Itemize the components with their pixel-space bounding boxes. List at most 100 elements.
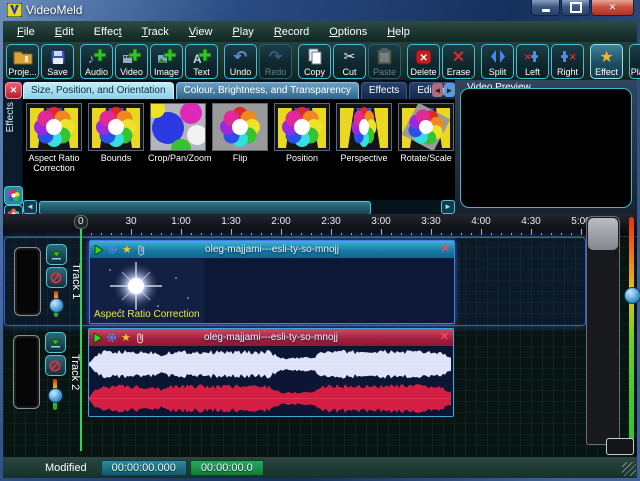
track2-lane[interactable]: ★ oleg-majjami---esli-ty-so-mnojj ✕ [87, 326, 584, 418]
effect-button[interactable]: ★ Effect [590, 43, 623, 79]
add-video-icon [122, 47, 141, 67]
track1-lane[interactable]: ★ oleg-majjami---esli-ty-so-mnojj ✕ Aspe… [88, 238, 585, 325]
menu-view[interactable]: View [179, 23, 223, 41]
scrollbar-thumb[interactable] [588, 218, 618, 250]
effect-item-crop-pan-zoom[interactable]: Crop/Pan/Zoom [147, 100, 212, 200]
cut-button[interactable]: ✂ Cut [333, 43, 366, 79]
clip-play-icon[interactable] [94, 244, 103, 255]
left-button[interactable]: ✕ Left [516, 43, 549, 79]
video-button[interactable]: Video [115, 43, 148, 79]
effect-thumbnail[interactable] [88, 103, 144, 151]
save-button[interactable]: Save [41, 43, 74, 79]
tab-scroll-left-button[interactable]: ◄ [432, 83, 443, 97]
clip-settings-gear-icon[interactable] [106, 332, 117, 343]
video-clip[interactable]: ★ oleg-majjami---esli-ty-so-mnojj ✕ Aspe… [89, 240, 455, 324]
effect-thumbnail[interactable] [147, 100, 207, 159]
slider-knob[interactable] [49, 298, 64, 314]
resize-grip[interactable] [622, 462, 636, 476]
color-wheel-tab-button[interactable] [4, 186, 23, 205]
audio-clip-header[interactable]: ★ oleg-majjami---esli-ty-so-mnojj ✕ [89, 329, 453, 346]
close-button[interactable]: ✕ [591, 0, 634, 16]
minor-tick [241, 233, 242, 235]
clip-settings-gear-icon[interactable] [107, 244, 118, 255]
menu-record[interactable]: Record [264, 23, 319, 41]
track-volume-slider[interactable] [47, 379, 63, 411]
timeline-ruler[interactable]: 30 1:00 1:30 2:00 2:30 3:00 3:30 4:00 4:30 5:00 [3, 214, 637, 237]
effect-item-aspect-ratio-correction[interactable]: Aspect Ratio Correction [23, 103, 85, 200]
scrollbar-track[interactable] [38, 200, 440, 215]
audio-clip-waveform[interactable] [89, 346, 453, 416]
add-audio-icon: ♪ [87, 47, 106, 67]
split-button[interactable]: Split [481, 43, 514, 79]
clip-effect-star-icon[interactable]: ★ [121, 331, 131, 344]
minor-tick [411, 233, 412, 235]
delete-button[interactable]: ✕ Delete [407, 43, 440, 79]
copy-button[interactable]: Copy [298, 43, 331, 79]
video-clip-header[interactable]: ★ oleg-majjami---esli-ty-so-mnojj ✕ [90, 241, 454, 258]
toolbar-button-label: Paste [372, 66, 396, 77]
effect-thumbnail[interactable] [336, 103, 392, 151]
track-mute-button[interactable] [44, 355, 66, 377]
effect-thumbnail[interactable] [274, 103, 330, 151]
effects-tab-strip: Size, Position, and Orientation Colour, B… [23, 82, 474, 99]
menu-track[interactable]: Track [132, 23, 179, 41]
clip-effect-star-icon[interactable]: ★ [122, 243, 132, 256]
scroll-left-button[interactable]: ◄ [23, 199, 37, 214]
slider-knob[interactable] [48, 387, 63, 403]
clip-close-icon[interactable]: ✕ [440, 330, 449, 343]
menu-play[interactable]: Play [222, 23, 263, 41]
clip-link-paperclip-icon[interactable] [136, 244, 146, 256]
effect-thumbnail[interactable] [212, 103, 268, 151]
master-volume-slider[interactable] [624, 217, 640, 449]
play-all-button[interactable]: Play All [629, 43, 640, 79]
proje-button[interactable]: Proje... [6, 43, 39, 79]
effect-item-perspective[interactable]: Perspective [333, 103, 395, 200]
panel-close-button[interactable]: ✕ [5, 82, 22, 99]
track-record-button[interactable] [45, 244, 67, 266]
effect-label: Flip [232, 153, 248, 163]
video-clip-body[interactable]: Aspect Ratio Correction [90, 258, 454, 323]
effect-thumbnail[interactable] [26, 103, 82, 151]
slider-knob[interactable] [624, 286, 640, 304]
menu-help[interactable]: Help [377, 23, 420, 41]
audio-button[interactable]: ♪ Audio [80, 43, 113, 79]
effect-item-position[interactable]: Position [271, 103, 333, 200]
menu-file[interactable]: File [7, 23, 45, 41]
scroll-right-button[interactable]: ► [441, 199, 455, 214]
minor-tick [141, 233, 142, 235]
timeline-vertical-scrollbar[interactable] [586, 216, 620, 445]
maximize-button[interactable] [561, 0, 590, 16]
playhead[interactable] [80, 215, 82, 451]
clip-play-icon[interactable] [93, 332, 102, 343]
minor-tick [161, 233, 162, 235]
image-button[interactable]: Image [150, 43, 183, 79]
menu-options[interactable]: Options [319, 23, 377, 41]
toolbar-button-label: Redo [264, 66, 287, 77]
tab-effects[interactable]: Effects [360, 82, 408, 99]
effect-item-bounds[interactable]: Bounds [85, 103, 147, 200]
effect-thumbnail[interactable] [398, 102, 454, 152]
track-volume-slider[interactable] [48, 291, 64, 319]
track-mute-button[interactable] [45, 267, 67, 289]
toolbar-button-label: Proje... [8, 66, 37, 77]
effects-side-tab[interactable]: Effects [5, 102, 16, 132]
undo-button[interactable]: ↶ Undo [224, 43, 257, 79]
menu-effect[interactable]: Effect [84, 23, 132, 41]
menu-edit[interactable]: Edit [45, 23, 84, 41]
erase-button[interactable]: ✕ Erase [442, 43, 475, 79]
effect-item-rotate-scale[interactable]: Rotate/Scale [395, 102, 455, 200]
track-record-button[interactable] [44, 332, 66, 354]
right-button[interactable]: ✕ Right [551, 43, 584, 79]
clip-link-paperclip-icon[interactable] [135, 332, 145, 344]
effect-item-flip[interactable]: Flip [209, 103, 271, 200]
tab-colour-brightness-and-tr[interactable]: Colour, Brightness, and Transparency [175, 82, 359, 99]
playhead-handle[interactable]: 0 [74, 215, 88, 229]
scrollbar-thumb[interactable] [39, 200, 371, 215]
text-button[interactable]: A Text [185, 43, 218, 79]
clip-close-icon[interactable]: ✕ [441, 242, 450, 255]
audio-clip[interactable]: ★ oleg-majjami---esli-ty-so-mnojj ✕ [88, 328, 454, 417]
tab-scroll-right-button[interactable]: ► [444, 83, 455, 97]
effects-panel: ✕ Effects Size, Position, and Orientatio… [3, 80, 474, 243]
tab-size-position-and-orient[interactable]: Size, Position, and Orientation [23, 82, 174, 99]
minimize-button[interactable] [531, 0, 560, 16]
